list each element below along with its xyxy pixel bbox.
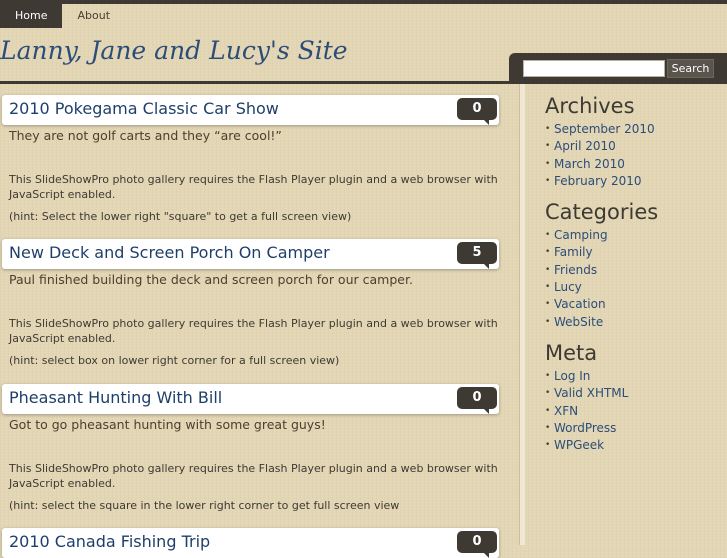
meta-link[interactable]: WordPress bbox=[554, 421, 616, 435]
archive-link[interactable]: September 2010 bbox=[554, 122, 655, 136]
archives-list: September 2010 April 2010 March 2010 Feb… bbox=[545, 121, 725, 190]
site-title[interactable]: Lanny, Jane and Lucy's Site bbox=[0, 36, 348, 65]
archive-link[interactable]: April 2010 bbox=[554, 139, 616, 153]
list-item: Vacation bbox=[545, 296, 725, 314]
category-link[interactable]: Camping bbox=[554, 228, 608, 242]
sidebar: Archives September 2010 April 2010 March… bbox=[545, 92, 725, 462]
list-item: March 2010 bbox=[545, 156, 725, 174]
search-button[interactable]: Search bbox=[667, 59, 714, 78]
flash-notice: This SlideShowPro photo gallery requires… bbox=[9, 317, 498, 345]
meta-link[interactable]: Valid XHTML bbox=[554, 386, 628, 400]
post-title-link[interactable]: Pheasant Hunting With Bill bbox=[9, 388, 222, 407]
category-link[interactable]: Friends bbox=[554, 263, 597, 277]
post-title-bar: Pheasant Hunting With Bill 0 bbox=[2, 384, 499, 414]
list-item: February 2010 bbox=[545, 173, 725, 191]
list-item: XFN bbox=[545, 403, 725, 421]
post-title-link[interactable]: 2010 Canada Fishing Trip bbox=[9, 532, 210, 551]
meta-link[interactable]: Log In bbox=[554, 369, 590, 383]
list-item: Friends bbox=[545, 262, 725, 280]
search-form: Search bbox=[509, 53, 727, 84]
nav-home[interactable]: Home bbox=[0, 4, 63, 28]
category-link[interactable]: Family bbox=[554, 245, 593, 259]
post-excerpt: Got to go pheasant hunting with some gre… bbox=[9, 417, 326, 432]
category-link[interactable]: Lucy bbox=[554, 280, 582, 294]
post-title-link[interactable]: 2010 Pokegama Classic Car Show bbox=[9, 99, 279, 118]
sidebar-divider bbox=[519, 84, 525, 545]
post-title-link[interactable]: New Deck and Screen Porch On Camper bbox=[9, 243, 330, 262]
list-item: WebSite bbox=[545, 314, 725, 332]
main-nav: Home About bbox=[0, 4, 125, 28]
post-hint: (hint: Select the lower right "square" t… bbox=[9, 210, 352, 223]
post-title-bar: 2010 Canada Fishing Trip 0 bbox=[2, 528, 499, 558]
meta-heading: Meta bbox=[545, 340, 598, 365]
post-hint: (hint: select the square in the lower ri… bbox=[9, 499, 400, 512]
archive-link[interactable]: March 2010 bbox=[554, 157, 625, 171]
comment-count-badge[interactable]: 0 bbox=[457, 98, 497, 125]
list-item: Log In bbox=[545, 368, 725, 386]
list-item: WPGeek bbox=[545, 437, 725, 455]
list-item: September 2010 bbox=[545, 121, 725, 139]
comment-count-badge[interactable]: 0 bbox=[457, 531, 497, 558]
meta-list: Log In Valid XHTML XFN WordPress WPGeek bbox=[545, 368, 725, 455]
search-input[interactable] bbox=[523, 60, 665, 77]
list-item: April 2010 bbox=[545, 138, 725, 156]
categories-heading: Categories bbox=[545, 200, 659, 225]
post-title-bar: 2010 Pokegama Classic Car Show 0 bbox=[2, 95, 499, 125]
nav-about[interactable]: About bbox=[62, 4, 125, 28]
post-excerpt: They are not golf carts and they “are co… bbox=[9, 128, 282, 143]
list-item: WordPress bbox=[545, 420, 725, 438]
list-item: Camping bbox=[545, 227, 725, 245]
archive-link[interactable]: February 2010 bbox=[554, 174, 642, 188]
comment-count-badge[interactable]: 5 bbox=[457, 242, 497, 269]
archives-heading: Archives bbox=[545, 94, 635, 118]
category-link[interactable]: Vacation bbox=[554, 297, 606, 311]
meta-link[interactable]: WPGeek bbox=[554, 438, 604, 452]
meta-link[interactable]: XFN bbox=[554, 404, 578, 418]
post-hint: (hint: select box on lower right corner … bbox=[9, 354, 340, 367]
post-excerpt: Paul finished building the deck and scre… bbox=[9, 272, 413, 287]
main-content: 2010 Pokegama Classic Car Show 0 They ar… bbox=[0, 84, 515, 558]
list-item: Family bbox=[545, 244, 725, 262]
category-link[interactable]: WebSite bbox=[554, 315, 603, 329]
list-item: Valid XHTML bbox=[545, 385, 725, 403]
flash-notice: This SlideShowPro photo gallery requires… bbox=[9, 462, 498, 490]
comment-count-badge[interactable]: 0 bbox=[457, 387, 497, 414]
post-title-bar: New Deck and Screen Porch On Camper 5 bbox=[2, 239, 499, 269]
list-item: Lucy bbox=[545, 279, 725, 297]
flash-notice: This SlideShowPro photo gallery requires… bbox=[9, 173, 498, 201]
categories-list: Camping Family Friends Lucy Vacation Web… bbox=[545, 227, 725, 331]
